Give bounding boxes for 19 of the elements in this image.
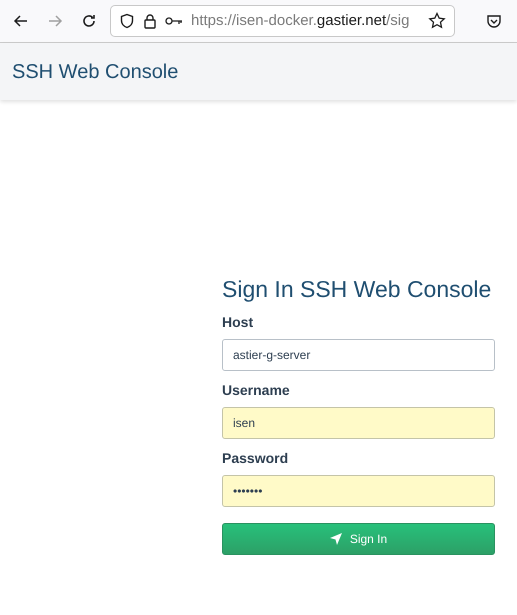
- field-label: Host: [222, 312, 254, 332]
- navigation-arrow-icon: [330, 532, 342, 545]
- back-arrow-icon: [13, 13, 29, 29]
- address-bar[interactable]: https://isen-docker.gastier.net/sig: [110, 5, 455, 37]
- bookmark-star-icon[interactable]: [428, 12, 446, 30]
- forward-arrow-icon: [47, 13, 63, 29]
- input-field[interactable]: astier-g-server: [222, 338, 495, 371]
- key-icon: [165, 16, 183, 26]
- input-field[interactable]: isen: [222, 406, 495, 439]
- lock-icon: [143, 13, 157, 29]
- shield-icon: [119, 13, 135, 29]
- form-title: Sign In SSH Web Console: [222, 276, 492, 304]
- field-label: Password: [222, 448, 290, 468]
- input-field[interactable]: •••••••: [222, 474, 495, 507]
- save-to-pocket-icon: [486, 13, 502, 29]
- url-text: https://isen-docker.gastier.net/sig: [191, 10, 410, 31]
- reload-icon: [81, 13, 97, 29]
- brand-title[interactable]: SSH Web Console: [8, 56, 178, 86]
- field-label: Username: [222, 380, 291, 400]
